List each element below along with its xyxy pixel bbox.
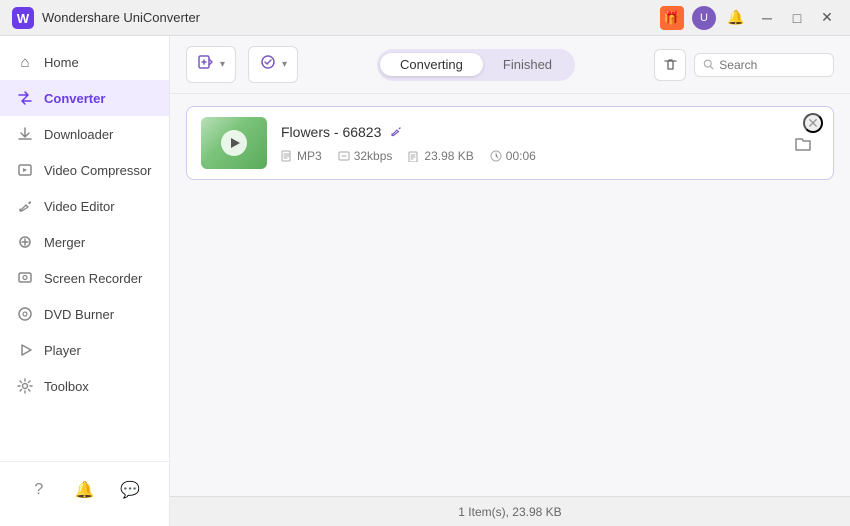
file-format-item: MP3 (281, 149, 322, 163)
file-size-item: 23.98 KB (408, 149, 473, 163)
file-size: 23.98 KB (424, 149, 473, 163)
file-thumbnail (201, 117, 267, 169)
file-info: Flowers - 66823 (281, 124, 773, 163)
app-body: ⌂ Home Converter Downloader (0, 36, 850, 526)
optimize-dropdown-icon: ▾ (282, 59, 287, 70)
add-file-button[interactable]: ▾ (186, 46, 236, 83)
content-area: ▾ ▾ Converting Finished (170, 36, 850, 526)
tabs: Converting Finished (377, 49, 575, 81)
notification-bell-icon[interactable]: 🔔 (724, 6, 748, 30)
sidebar-item-dvd-burner-label: DVD Burner (44, 307, 114, 322)
sidebar-item-dvd-burner[interactable]: DVD Burner (0, 296, 169, 332)
sidebar-item-home-label: Home (44, 55, 79, 70)
file-duration-item: 00:06 (490, 149, 536, 163)
video-compressor-icon (16, 161, 34, 179)
file-bitrate: 32kbps (354, 149, 393, 163)
status-bar: 1 Item(s), 23.98 KB (170, 496, 850, 526)
sidebar-bell-icon[interactable]: 🔔 (70, 476, 98, 504)
file-name-row: Flowers - 66823 (281, 124, 773, 141)
sidebar-item-toolbox[interactable]: Toolbox (0, 368, 169, 404)
converter-icon (16, 89, 34, 107)
file-list: ✕ Flowers - 66823 (170, 94, 850, 496)
delete-button[interactable] (654, 49, 686, 81)
toolbox-icon (16, 377, 34, 395)
sidebar-item-screen-recorder-label: Screen Recorder (44, 271, 142, 286)
sidebar-item-downloader[interactable]: Downloader (0, 116, 169, 152)
user-avatar[interactable]: U (692, 6, 716, 30)
sidebar-item-downloader-label: Downloader (44, 127, 113, 142)
screen-recorder-icon (16, 269, 34, 287)
sidebar-item-merger[interactable]: Merger (0, 224, 169, 260)
add-optimize-button[interactable]: ▾ (248, 46, 298, 83)
optimize-icon (259, 53, 277, 76)
dvd-burner-icon (16, 305, 34, 323)
sidebar-item-video-compressor-label: Video Compressor (44, 163, 151, 178)
file-close-button[interactable]: ✕ (803, 113, 823, 133)
play-button[interactable] (221, 130, 247, 156)
messages-icon[interactable]: 💬 (116, 476, 144, 504)
file-bitrate-icon (338, 150, 350, 162)
sidebar-item-converter[interactable]: Converter (0, 80, 169, 116)
sidebar-item-converter-label: Converter (44, 91, 105, 106)
downloader-icon (16, 125, 34, 143)
sidebar-bottom: ? 🔔 💬 (0, 461, 169, 518)
file-duration-icon (490, 150, 502, 162)
search-icon (703, 58, 714, 71)
home-icon: ⌂ (16, 53, 34, 71)
minimize-button[interactable]: ─ (756, 7, 778, 29)
file-name: Flowers - 66823 (281, 124, 381, 140)
maximize-button[interactable]: □ (786, 7, 808, 29)
toolbar-actions (654, 49, 834, 81)
trash-icon (663, 57, 678, 72)
sidebar-item-player[interactable]: Player (0, 332, 169, 368)
search-input[interactable] (719, 58, 825, 72)
avatar-letter: U (700, 12, 708, 24)
file-meta: MP3 32kbps (281, 149, 773, 163)
help-icon[interactable]: ? (25, 476, 53, 504)
file-edit-icon[interactable] (389, 124, 403, 141)
video-editor-icon (16, 197, 34, 215)
tab-finished[interactable]: Finished (483, 53, 572, 76)
window-controls: 🎁 U 🔔 ─ □ ✕ (660, 6, 838, 30)
status-text: 1 Item(s), 23.98 KB (458, 505, 561, 519)
merger-icon (16, 233, 34, 251)
gift-icon[interactable]: 🎁 (660, 6, 684, 30)
file-size-icon (408, 150, 420, 162)
add-file-dropdown-icon: ▾ (220, 59, 225, 70)
tabs-container: Converting Finished (310, 49, 642, 81)
sidebar: ⌂ Home Converter Downloader (0, 36, 170, 526)
play-triangle-icon (231, 138, 240, 148)
titlebar: W Wondershare UniConverter 🎁 U 🔔 ─ □ ✕ (0, 0, 850, 36)
sidebar-item-screen-recorder[interactable]: Screen Recorder (0, 260, 169, 296)
file-format: MP3 (297, 149, 322, 163)
sidebar-item-video-editor[interactable]: Video Editor (0, 188, 169, 224)
player-icon (16, 341, 34, 359)
sidebar-bottom-icons: ? 🔔 💬 (0, 470, 169, 510)
svg-text:W: W (17, 11, 30, 26)
file-format-icon (281, 150, 293, 162)
close-button[interactable]: ✕ (816, 7, 838, 29)
sidebar-item-player-label: Player (44, 343, 81, 358)
app-title: Wondershare UniConverter (42, 10, 660, 25)
sidebar-item-video-editor-label: Video Editor (44, 199, 115, 214)
toolbar: ▾ ▾ Converting Finished (170, 36, 850, 94)
add-file-icon (197, 53, 215, 76)
app-logo: W (12, 7, 34, 29)
file-bitrate-item: 32kbps (338, 149, 393, 163)
file-card: ✕ Flowers - 66823 (186, 106, 834, 180)
sidebar-item-home[interactable]: ⌂ Home (0, 44, 169, 80)
tab-converting[interactable]: Converting (380, 53, 483, 76)
file-duration: 00:06 (506, 149, 536, 163)
sidebar-item-merger-label: Merger (44, 235, 85, 250)
sidebar-item-video-compressor[interactable]: Video Compressor (0, 152, 169, 188)
search-box (694, 53, 834, 77)
sidebar-item-toolbox-label: Toolbox (44, 379, 89, 394)
